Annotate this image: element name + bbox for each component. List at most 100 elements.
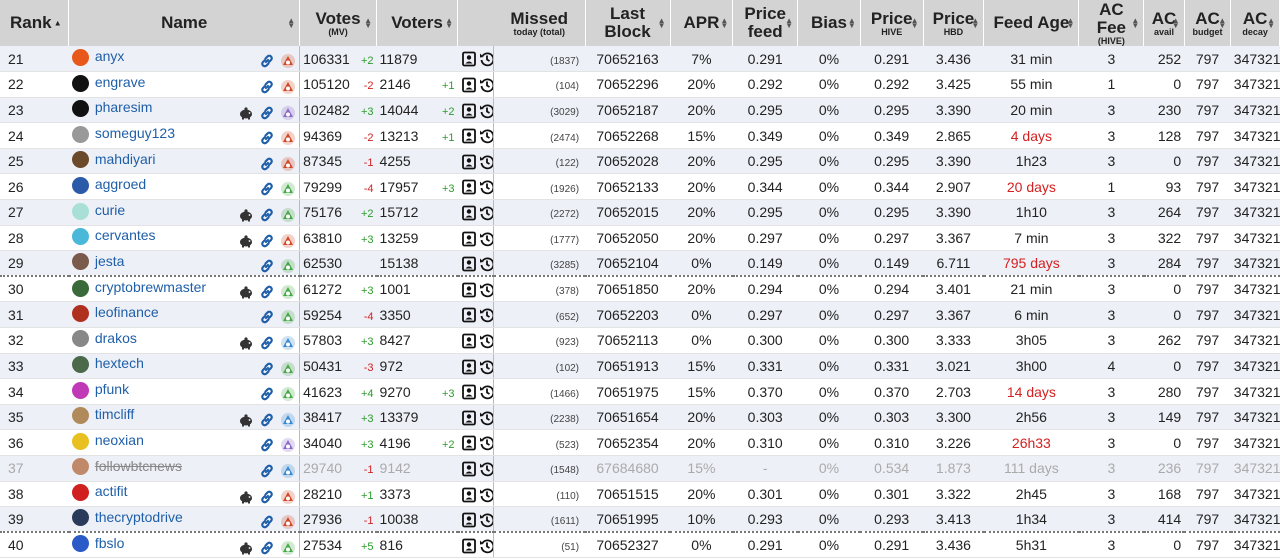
witness-name-link[interactable]: actifit — [95, 483, 128, 499]
witness-name-link[interactable]: fbslo — [95, 535, 125, 551]
header-rank[interactable]: Rank ▲ — [0, 0, 70, 46]
sort-icon[interactable]: ▲ ▼ — [287, 17, 295, 30]
link-icon[interactable] — [259, 284, 275, 300]
header-apr[interactable]: APR ▲ ▼ — [670, 0, 734, 46]
link-icon[interactable] — [259, 130, 275, 146]
witness-profile-icon[interactable] — [461, 77, 477, 93]
history-icon[interactable] — [479, 307, 493, 323]
header-missed[interactable]: Missed today (total) — [493, 0, 586, 46]
link-icon[interactable] — [259, 79, 275, 95]
sort-ascending-icon[interactable]: ▲ — [52, 18, 62, 27]
witness-name-link[interactable]: drakos — [95, 330, 137, 346]
witness-profile-icon[interactable] — [461, 205, 477, 221]
header-name[interactable]: Name ▲ ▼ — [68, 0, 301, 46]
history-icon[interactable] — [479, 461, 493, 477]
witness-profile-icon[interactable] — [461, 128, 477, 144]
witness-name-link[interactable]: someguy123 — [95, 125, 175, 141]
witness-name-link[interactable]: jesta — [95, 253, 125, 269]
header-ac-budget[interactable]: AC budget ▲ ▼ — [1184, 0, 1232, 46]
link-icon[interactable] — [259, 540, 275, 556]
header-bias[interactable]: Bias ▲ ▼ — [797, 0, 861, 46]
witness-name-link[interactable]: neoxian — [95, 432, 144, 448]
history-icon[interactable] — [479, 77, 493, 93]
link-icon[interactable] — [259, 463, 275, 479]
witness-profile-icon[interactable] — [461, 487, 477, 503]
witness-profile-icon[interactable] — [461, 103, 477, 119]
witness-name-link[interactable]: hextech — [95, 355, 144, 371]
witness-profile-icon[interactable] — [461, 359, 477, 375]
history-icon[interactable] — [479, 51, 493, 67]
witness-profile-icon[interactable] — [461, 231, 477, 247]
history-icon[interactable] — [479, 282, 493, 298]
link-icon[interactable] — [259, 105, 275, 121]
sort-icon[interactable]: ▲ ▼ — [364, 17, 372, 30]
witness-profile-icon[interactable] — [461, 154, 477, 170]
witness-profile-icon[interactable] — [461, 435, 477, 451]
link-icon[interactable] — [259, 386, 275, 402]
link-icon[interactable] — [259, 437, 275, 453]
witness-name-link[interactable]: curie — [95, 202, 125, 218]
link-icon[interactable] — [259, 207, 275, 223]
history-icon[interactable] — [479, 231, 493, 247]
header-votes[interactable]: Votes (MV) ▲ ▼ — [299, 0, 378, 46]
sort-icon[interactable]: ▲ ▼ — [1267, 17, 1275, 30]
link-icon[interactable] — [259, 489, 275, 505]
history-icon[interactable] — [479, 384, 493, 400]
witness-name-link[interactable]: leofinance — [95, 304, 159, 320]
header-price-hbd[interactable]: Price HBD ▲ ▼ — [923, 0, 985, 46]
history-icon[interactable] — [479, 359, 493, 375]
link-icon[interactable] — [259, 258, 275, 274]
witness-profile-icon[interactable] — [461, 410, 477, 426]
history-icon[interactable] — [479, 410, 493, 426]
witness-profile-icon[interactable] — [461, 256, 477, 272]
history-icon[interactable] — [479, 154, 493, 170]
history-icon[interactable] — [479, 512, 493, 528]
header-price-feed[interactable]: Price feed ▲ ▼ — [732, 0, 799, 46]
header-ac-avail[interactable]: AC avail ▲ ▼ — [1143, 0, 1185, 46]
witness-name-link[interactable]: engrave — [95, 74, 146, 90]
sort-icon[interactable]: ▲ ▼ — [658, 17, 666, 30]
witness-profile-icon[interactable] — [461, 51, 477, 67]
witness-profile-icon[interactable] — [461, 307, 477, 323]
witness-name-link[interactable]: cryptobrewmaster — [95, 279, 206, 295]
sort-icon[interactable]: ▲ ▼ — [1218, 17, 1226, 30]
header-voters[interactable]: Voters ▲ ▼ — [376, 0, 458, 46]
link-icon[interactable] — [259, 156, 275, 172]
sort-icon[interactable]: ▲ ▼ — [911, 17, 919, 30]
link-icon[interactable] — [259, 53, 275, 69]
link-icon[interactable] — [259, 309, 275, 325]
history-icon[interactable] — [479, 487, 493, 503]
header-last-block[interactable]: Last Block ▲ ▼ — [585, 0, 671, 46]
witness-name-link[interactable]: mahdiyari — [95, 151, 156, 167]
header-ac-decay[interactable]: AC decay ▲ ▼ — [1230, 0, 1280, 46]
link-icon[interactable] — [259, 181, 275, 197]
header-ac-fee[interactable]: AC Fee (HIVE) ▲ ▼ — [1078, 0, 1145, 46]
history-icon[interactable] — [479, 538, 493, 554]
witness-name-link[interactable]: thecryptodrive — [95, 509, 183, 525]
history-icon[interactable] — [479, 435, 493, 451]
history-icon[interactable] — [479, 205, 493, 221]
witness-profile-icon[interactable] — [461, 333, 477, 349]
history-icon[interactable] — [479, 333, 493, 349]
witness-profile-icon[interactable] — [461, 179, 477, 195]
link-icon[interactable] — [259, 335, 275, 351]
history-icon[interactable] — [479, 256, 493, 272]
sort-icon[interactable]: ▲ ▼ — [1067, 17, 1075, 30]
history-icon[interactable] — [479, 103, 493, 119]
witness-name-link[interactable]: pfunk — [95, 381, 129, 397]
history-icon[interactable] — [479, 179, 493, 195]
witness-profile-icon[interactable] — [461, 512, 477, 528]
sort-icon[interactable]: ▲ ▼ — [445, 17, 453, 30]
witness-name-link[interactable]: aggroed — [95, 176, 146, 192]
sort-icon[interactable]: ▲ ▼ — [848, 17, 856, 30]
sort-icon[interactable]: ▲ ▼ — [971, 17, 979, 30]
history-icon[interactable] — [479, 128, 493, 144]
link-icon[interactable] — [259, 233, 275, 249]
link-icon[interactable] — [259, 412, 275, 428]
witness-name-link[interactable]: cervantes — [95, 227, 156, 243]
header-feed-age[interactable]: Feed Age ▲ ▼ — [983, 0, 1080, 46]
sort-icon[interactable]: ▲ ▼ — [1131, 17, 1139, 30]
witness-name-link[interactable]: followbtcnews — [95, 458, 182, 474]
link-icon[interactable] — [259, 361, 275, 377]
link-icon[interactable] — [259, 514, 275, 530]
